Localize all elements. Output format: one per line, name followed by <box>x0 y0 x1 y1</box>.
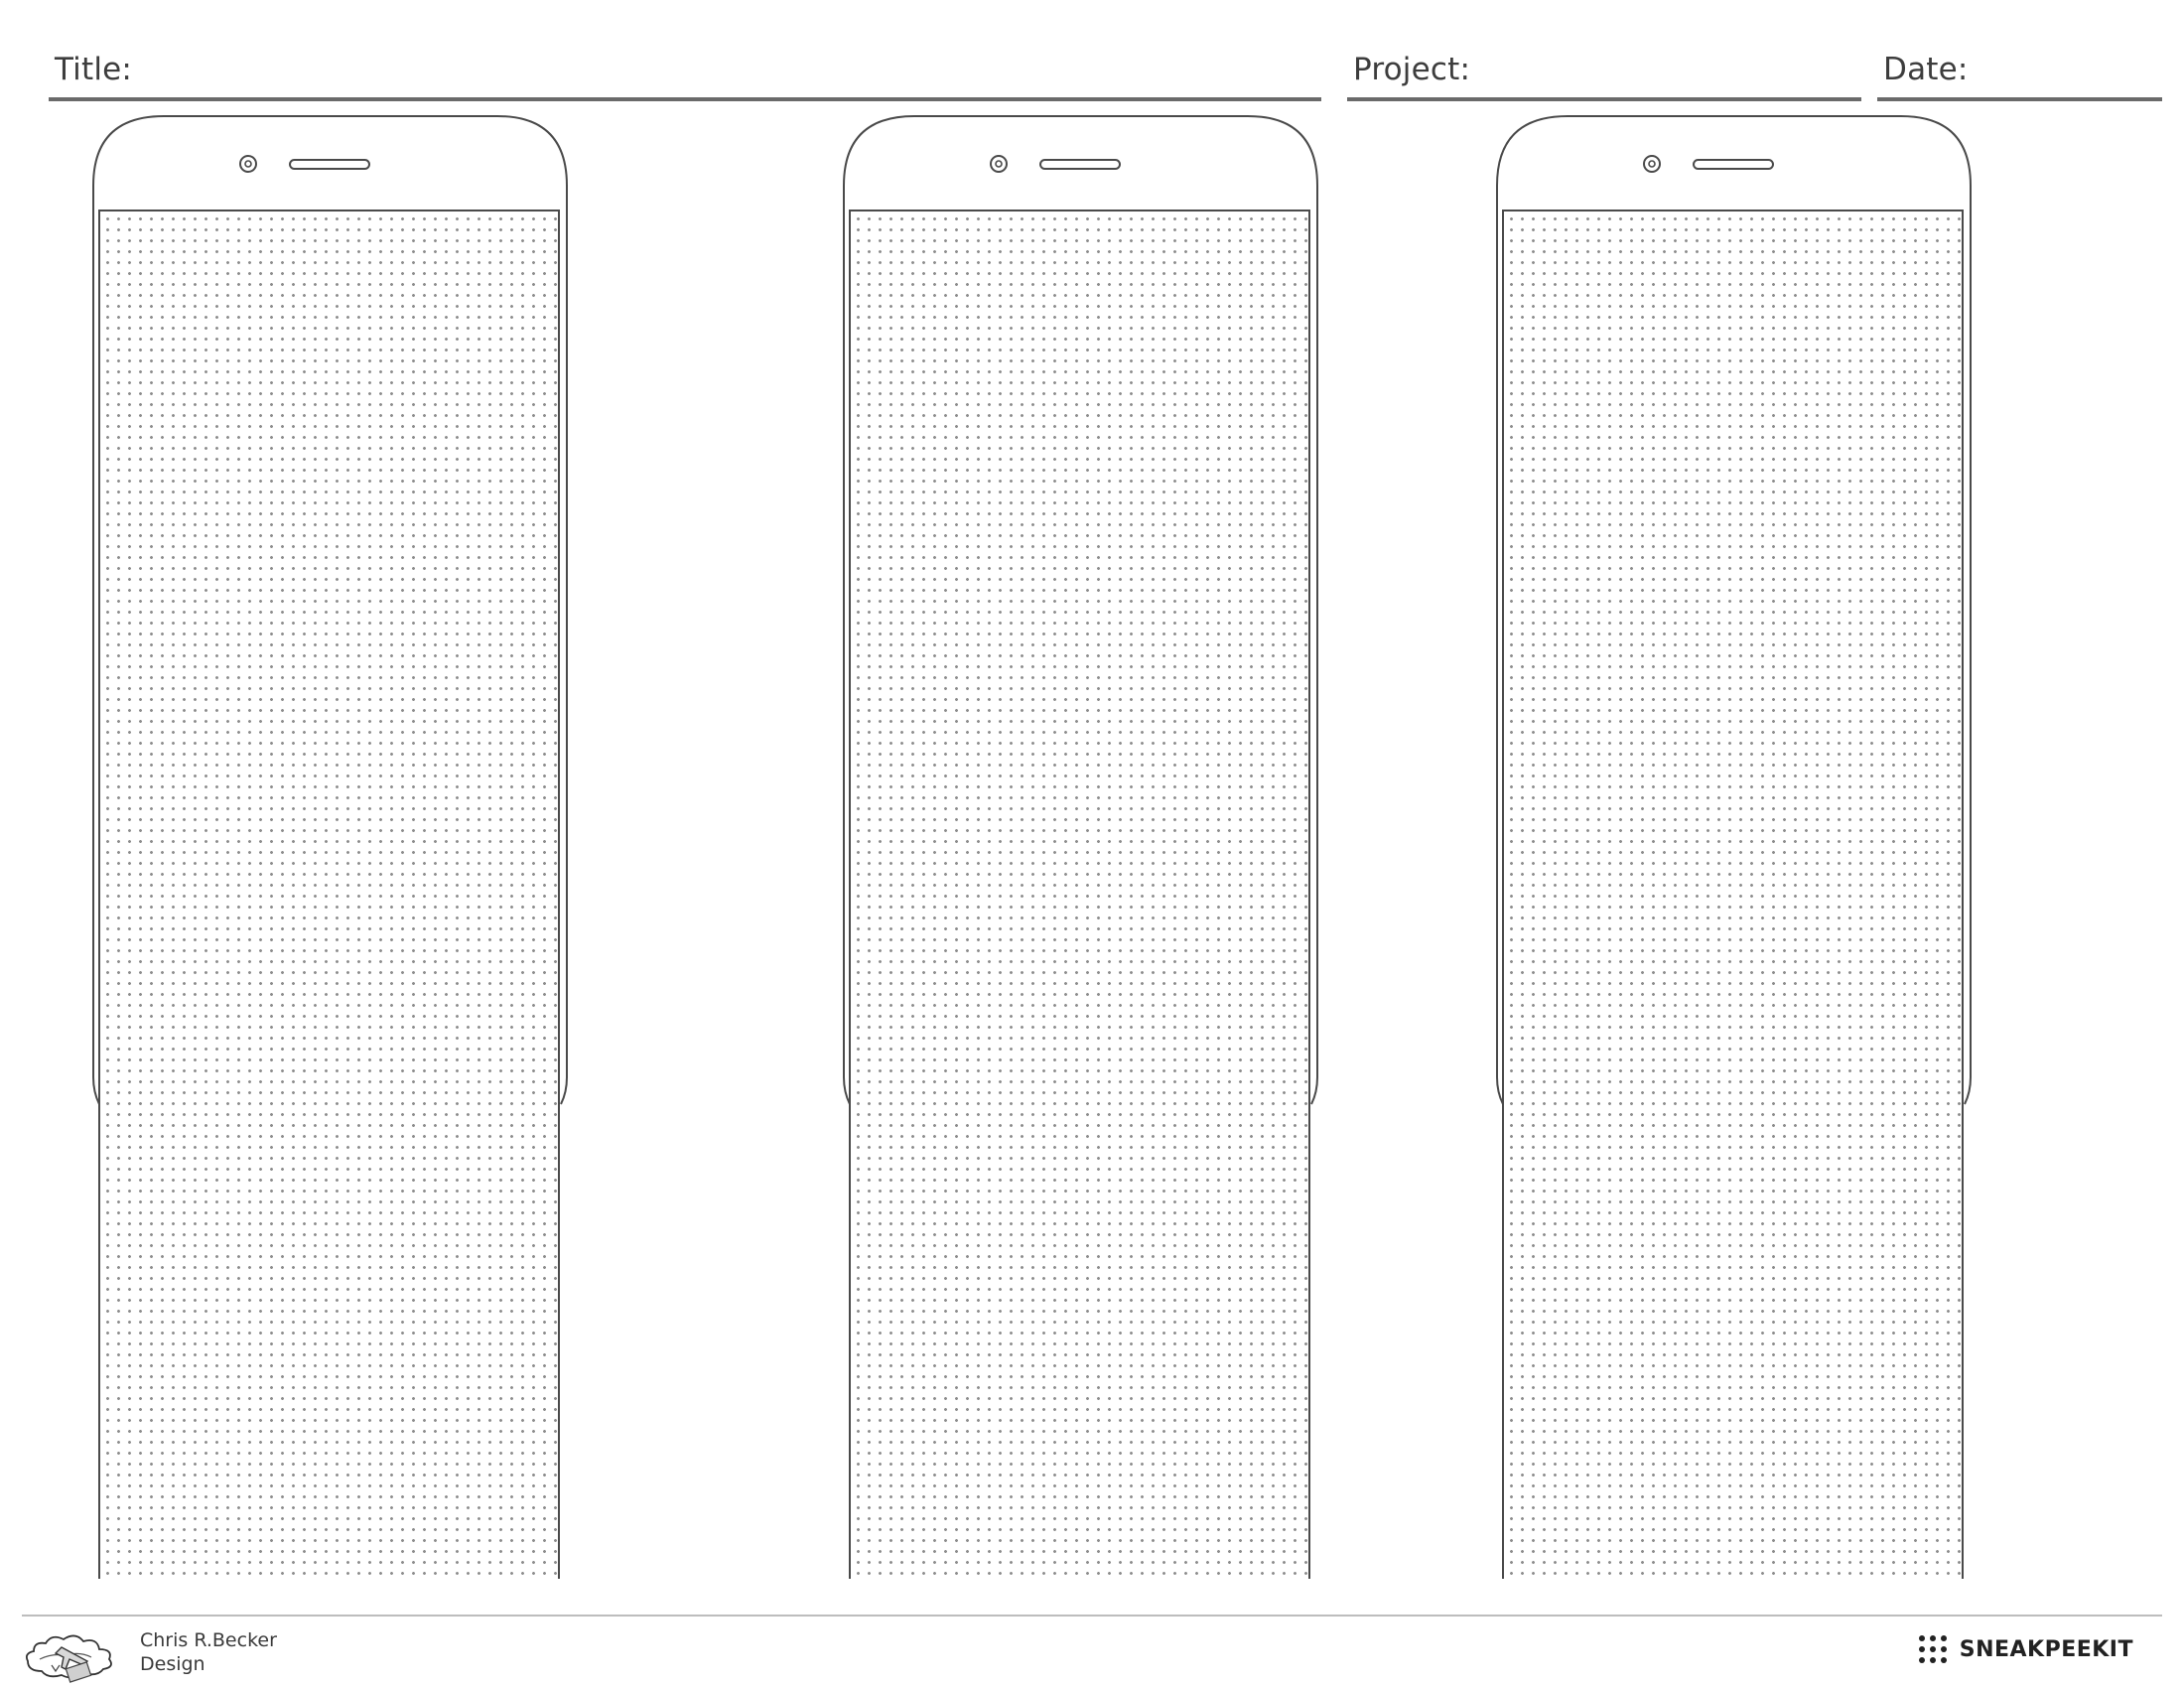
author-name: Chris R.Becker <box>140 1629 277 1651</box>
title-label: Title: <box>55 52 133 87</box>
footer-divider <box>22 1615 2162 1617</box>
brand-name: SNEAKPEEKIT <box>1959 1636 2133 1662</box>
phone-frame-2 <box>843 114 1319 1579</box>
author-credit: Chris R.Becker Design <box>140 1628 277 1676</box>
phone-frame-1 <box>92 114 569 1579</box>
project-label: Project: <box>1353 52 1471 87</box>
screen-border <box>849 210 1310 1579</box>
date-field[interactable]: Date: <box>1877 42 2162 101</box>
phone-frame-3 <box>1496 114 1973 1579</box>
dot-grid-icon <box>1918 1635 1947 1663</box>
author-subtitle: Design <box>140 1653 205 1675</box>
title-field[interactable]: Title: <box>49 42 1321 101</box>
date-label: Date: <box>1883 52 1969 87</box>
project-field[interactable]: Project: <box>1347 42 1861 101</box>
cloud-airplane-logo-icon <box>25 1634 112 1683</box>
screen-border <box>98 210 560 1579</box>
screen-border <box>1502 210 1964 1579</box>
brand-mark: SNEAKPEEKIT <box>1918 1634 2133 1664</box>
